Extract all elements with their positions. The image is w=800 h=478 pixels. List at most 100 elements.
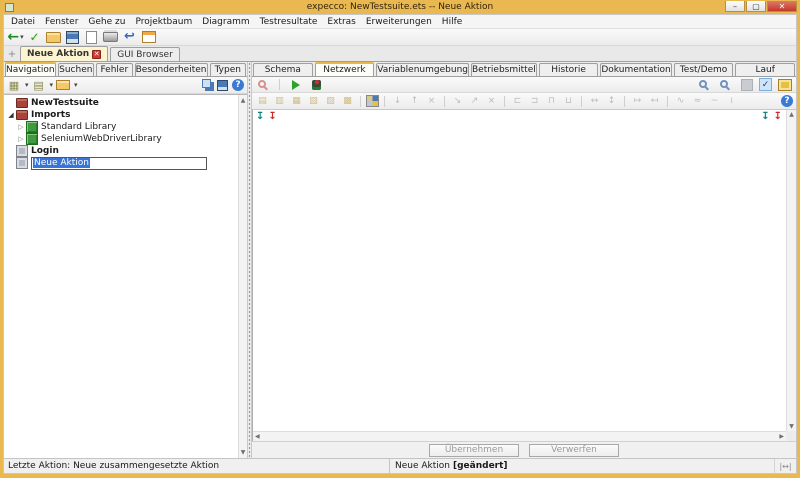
disk-icon[interactable] [215, 79, 229, 92]
dropdown-caret-icon[interactable]: ▾ [50, 81, 54, 89]
tab-besonderheiten[interactable]: Besonderheiten [135, 63, 208, 76]
document-tab-gui-browser[interactable]: GUI Browser [110, 47, 180, 61]
dropdown-caret-icon[interactable]: ▾ [20, 33, 24, 41]
menu-item-erweiterungen[interactable]: Erweiterungen [361, 16, 437, 28]
help-icon[interactable]: ? [232, 79, 244, 91]
menu-item-fenster[interactable]: Fenster [40, 16, 83, 28]
canvas-hscrollbar[interactable]: ◀ ▶ [253, 431, 786, 441]
tab-variablenumgebung[interactable]: Variablenumgebung [376, 63, 469, 76]
new-document-icon[interactable] [83, 30, 100, 45]
edit-toolbar: ▤▥▦▧▨▩↓↑×↘↗×⊏⊐⊓⊔↔↕↦↤∿≈~≀? [252, 93, 796, 110]
open-folder-icon[interactable] [45, 30, 62, 45]
tab-typen[interactable]: Typen [210, 63, 247, 76]
zoom-out-icon[interactable] [717, 77, 734, 92]
new-item-icon[interactable] [7, 79, 21, 92]
tree-rename-input[interactable]: Neue Aktion [31, 157, 207, 170]
tab-close-icon[interactable]: ✕ [92, 50, 101, 59]
scroll-down-icon[interactable]: ▼ [241, 447, 246, 458]
scroll-down-icon[interactable]: ▼ [787, 422, 796, 431]
tree-item-standard-library[interactable]: Standard Library [6, 121, 238, 133]
search-icon[interactable] [255, 77, 272, 92]
menu-item-hilfe[interactable]: Hilfe [437, 16, 467, 28]
right-panel: Schema Netzwerk VariablenumgebungBetriebsm… [252, 62, 796, 458]
scroll-right-icon[interactable]: ▶ [777, 432, 786, 441]
status-left: Letzte Aktion: Neue zusammengesetzte Akt… [4, 459, 390, 473]
document-tabbar: + Neue Aktion✕GUI Browser [4, 46, 796, 62]
input-pin-icon[interactable]: ↧ [761, 112, 769, 122]
tab-lauf[interactable]: Lauf [735, 63, 795, 76]
tab-test-demo[interactable]: Test/Demo [674, 63, 734, 76]
windows-icon[interactable] [198, 79, 212, 92]
menu-item-extras[interactable]: Extras [322, 16, 360, 28]
menu-item-datei[interactable]: Datei [6, 16, 40, 28]
resize-grip-icon[interactable]: |↔| [774, 459, 796, 473]
tree-expander-icon[interactable] [16, 123, 26, 131]
scroll-up-icon[interactable]: ▲ [241, 95, 246, 106]
menu-item-gehe-zu[interactable]: Gehe zu [83, 16, 130, 28]
debug-button[interactable] [308, 77, 325, 92]
minimize-button[interactable]: – [725, 1, 745, 12]
scroll-left-icon[interactable]: ◀ [253, 432, 262, 441]
tab-schema[interactable]: Schema [253, 63, 313, 76]
accept-icon[interactable] [26, 30, 43, 45]
maximize-button[interactable]: ▢ [746, 1, 766, 12]
right-panel-tabs: Schema Netzwerk VariablenumgebungBetriebsm… [252, 62, 796, 77]
tab-netzwerk[interactable]: Netzwerk [315, 62, 375, 76]
canvas-surface[interactable] [253, 110, 786, 431]
dropdown-caret-icon[interactable]: ▾ [74, 81, 78, 89]
document-tab-neue-aktion[interactable]: Neue Aktion✕ [20, 46, 108, 61]
tab-dokumentation[interactable]: Dokumentation [600, 63, 671, 76]
tab-label: Netzwerk [323, 65, 365, 75]
network-canvas[interactable]: ↧ ↧ ↧ ↧ ▲ ▼ ◀ ▶ [252, 110, 796, 441]
tab-historie[interactable]: Historie [539, 63, 599, 76]
tab-suchen[interactable]: Suchen [58, 63, 95, 76]
route-horizontal-icon: ↦ [630, 95, 645, 108]
menu-item-projektbaum[interactable]: Projektbaum [130, 16, 197, 28]
distribute-h-icon: ↔ [587, 95, 602, 108]
new-group-icon[interactable] [32, 79, 46, 92]
tree-item-neue-aktion[interactable]: Neue Aktion [6, 157, 238, 169]
new-folder-icon[interactable] [56, 79, 70, 92]
client-area: DateiFensterGehe zuProjektbaumDiagrammTe… [3, 14, 797, 474]
scroll-up-icon[interactable]: ▲ [787, 110, 796, 119]
tree-item-imports[interactable]: Imports [6, 109, 238, 121]
tree-item-seleniumwebdriverlibrary[interactable]: SeleniumWebDriverLibrary [6, 133, 238, 145]
menu-item-diagramm[interactable]: Diagramm [197, 16, 254, 28]
snap-checkbox[interactable]: ✓ [759, 78, 772, 91]
zoom-in-icon[interactable] [696, 77, 713, 92]
camera-icon[interactable] [776, 77, 793, 92]
print-icon[interactable] [102, 30, 119, 45]
close-button[interactable]: ✕ [767, 1, 797, 12]
help-icon[interactable]: ? [781, 95, 793, 107]
tree-scrollbar[interactable]: ▲ ▼ [238, 95, 247, 458]
tree-expander-icon[interactable] [6, 111, 16, 119]
dropdown-caret-icon[interactable]: ▾ [25, 81, 29, 89]
apply-button[interactable]: Übernehmen [429, 444, 519, 457]
undo-icon[interactable] [121, 30, 138, 45]
status-action-name: Neue Aktion [395, 461, 450, 471]
run-button[interactable] [287, 77, 304, 92]
align-top-icon: ⊓ [544, 95, 559, 108]
canvas-vscrollbar[interactable]: ▲ ▼ [786, 110, 796, 431]
input-pin-icon[interactable]: ↧ [256, 112, 264, 122]
main-split: NavigationSuchenFehlerBesonderheitenType… [4, 62, 796, 458]
tree-item-login[interactable]: Login [6, 145, 238, 157]
project-tree: NewTestsuiteImportsStandard LibrarySelen… [4, 95, 238, 458]
tab-navigation[interactable]: Navigation [5, 62, 56, 76]
schedule-icon[interactable] [140, 30, 157, 45]
grid-button [738, 77, 755, 92]
apply-row: Übernehmen Verwerfen [252, 441, 796, 458]
tree-item-newtestsuite[interactable]: NewTestsuite [6, 97, 238, 109]
tree-expander-icon[interactable] [16, 135, 26, 143]
menubar: DateiFensterGehe zuProjektbaumDiagrammTe… [4, 15, 796, 29]
menu-item-testresultate[interactable]: Testresultate [255, 16, 323, 28]
tab-betriebsmittel[interactable]: Betriebsmittel [471, 63, 537, 76]
discard-button[interactable]: Verwerfen [529, 444, 619, 457]
route-style-2-icon: ≈ [690, 95, 705, 108]
add-tab-button[interactable]: + [6, 48, 18, 60]
output-pin-icon[interactable]: ↧ [774, 112, 782, 122]
output-pin-icon[interactable]: ↧ [268, 112, 276, 122]
save-icon[interactable] [64, 30, 81, 45]
back-icon[interactable]: ▾ [7, 30, 24, 45]
tab-fehler[interactable]: Fehler [96, 63, 133, 76]
